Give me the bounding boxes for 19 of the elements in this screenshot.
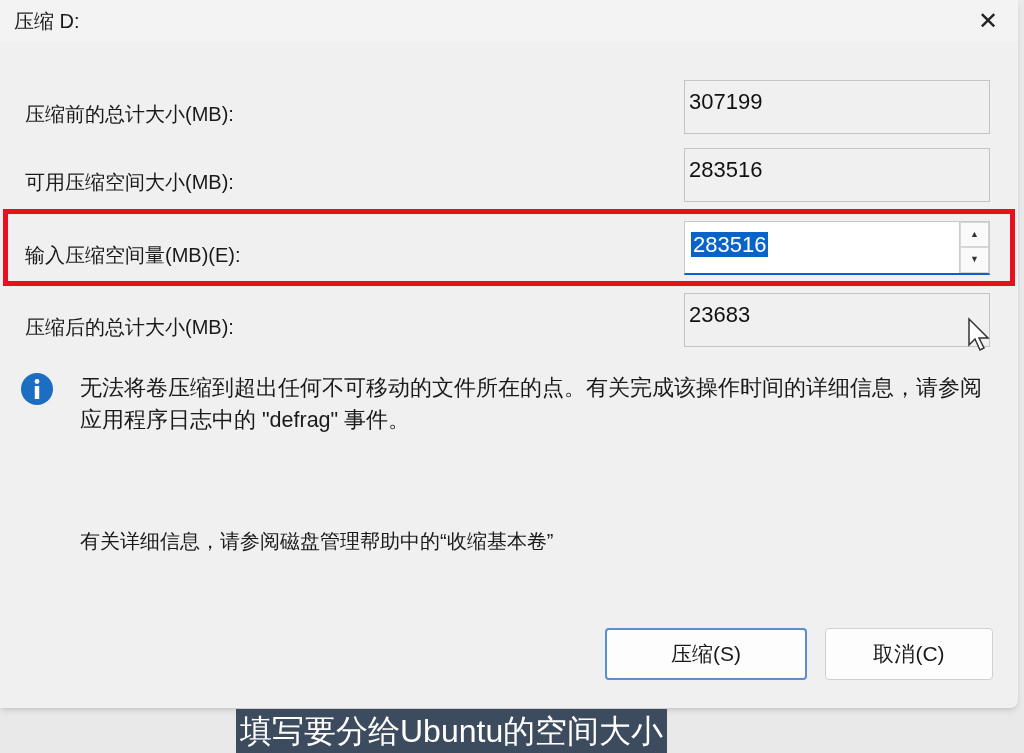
- readonly-field: 307199: [684, 80, 990, 134]
- dialog-button[interactable]: 压缩(S): [605, 628, 807, 680]
- spin-up-button[interactable]: ▲: [960, 221, 989, 247]
- field-label: 可用压缩空间大小(MB):: [25, 170, 234, 195]
- dialog-button[interactable]: 取消(C): [825, 628, 993, 680]
- readonly-field: 23683: [684, 293, 990, 347]
- field-label: 压缩前的总计大小(MB):: [25, 102, 234, 127]
- spin-field[interactable]: 283516 ▲ ▼: [684, 220, 990, 275]
- spin-down-button[interactable]: ▼: [960, 247, 989, 273]
- info-icon: [20, 372, 54, 406]
- info-message: 无法将卷压缩到超出任何不可移动的文件所在的点。有关完成该操作时间的详细信息，请参阅应用程序日志中的 "defrag" 事件。: [80, 375, 983, 434]
- mouse-pointer-icon: [967, 317, 993, 353]
- field-label: 压缩后的总计大小(MB):: [25, 315, 234, 340]
- close-button[interactable]: ✕: [978, 9, 998, 33]
- help-text: 有关详细信息，请参阅磁盘管理帮助中的“收缩基本卷”: [79, 529, 555, 554]
- readonly-field: 283516: [684, 148, 990, 202]
- window-title: 压缩 D:: [14, 9, 80, 34]
- field-label: 输入压缩空间量(MB)(E):: [25, 242, 241, 268]
- video-subtitle: 填写要分给Ubuntu的空间大小: [236, 709, 668, 753]
